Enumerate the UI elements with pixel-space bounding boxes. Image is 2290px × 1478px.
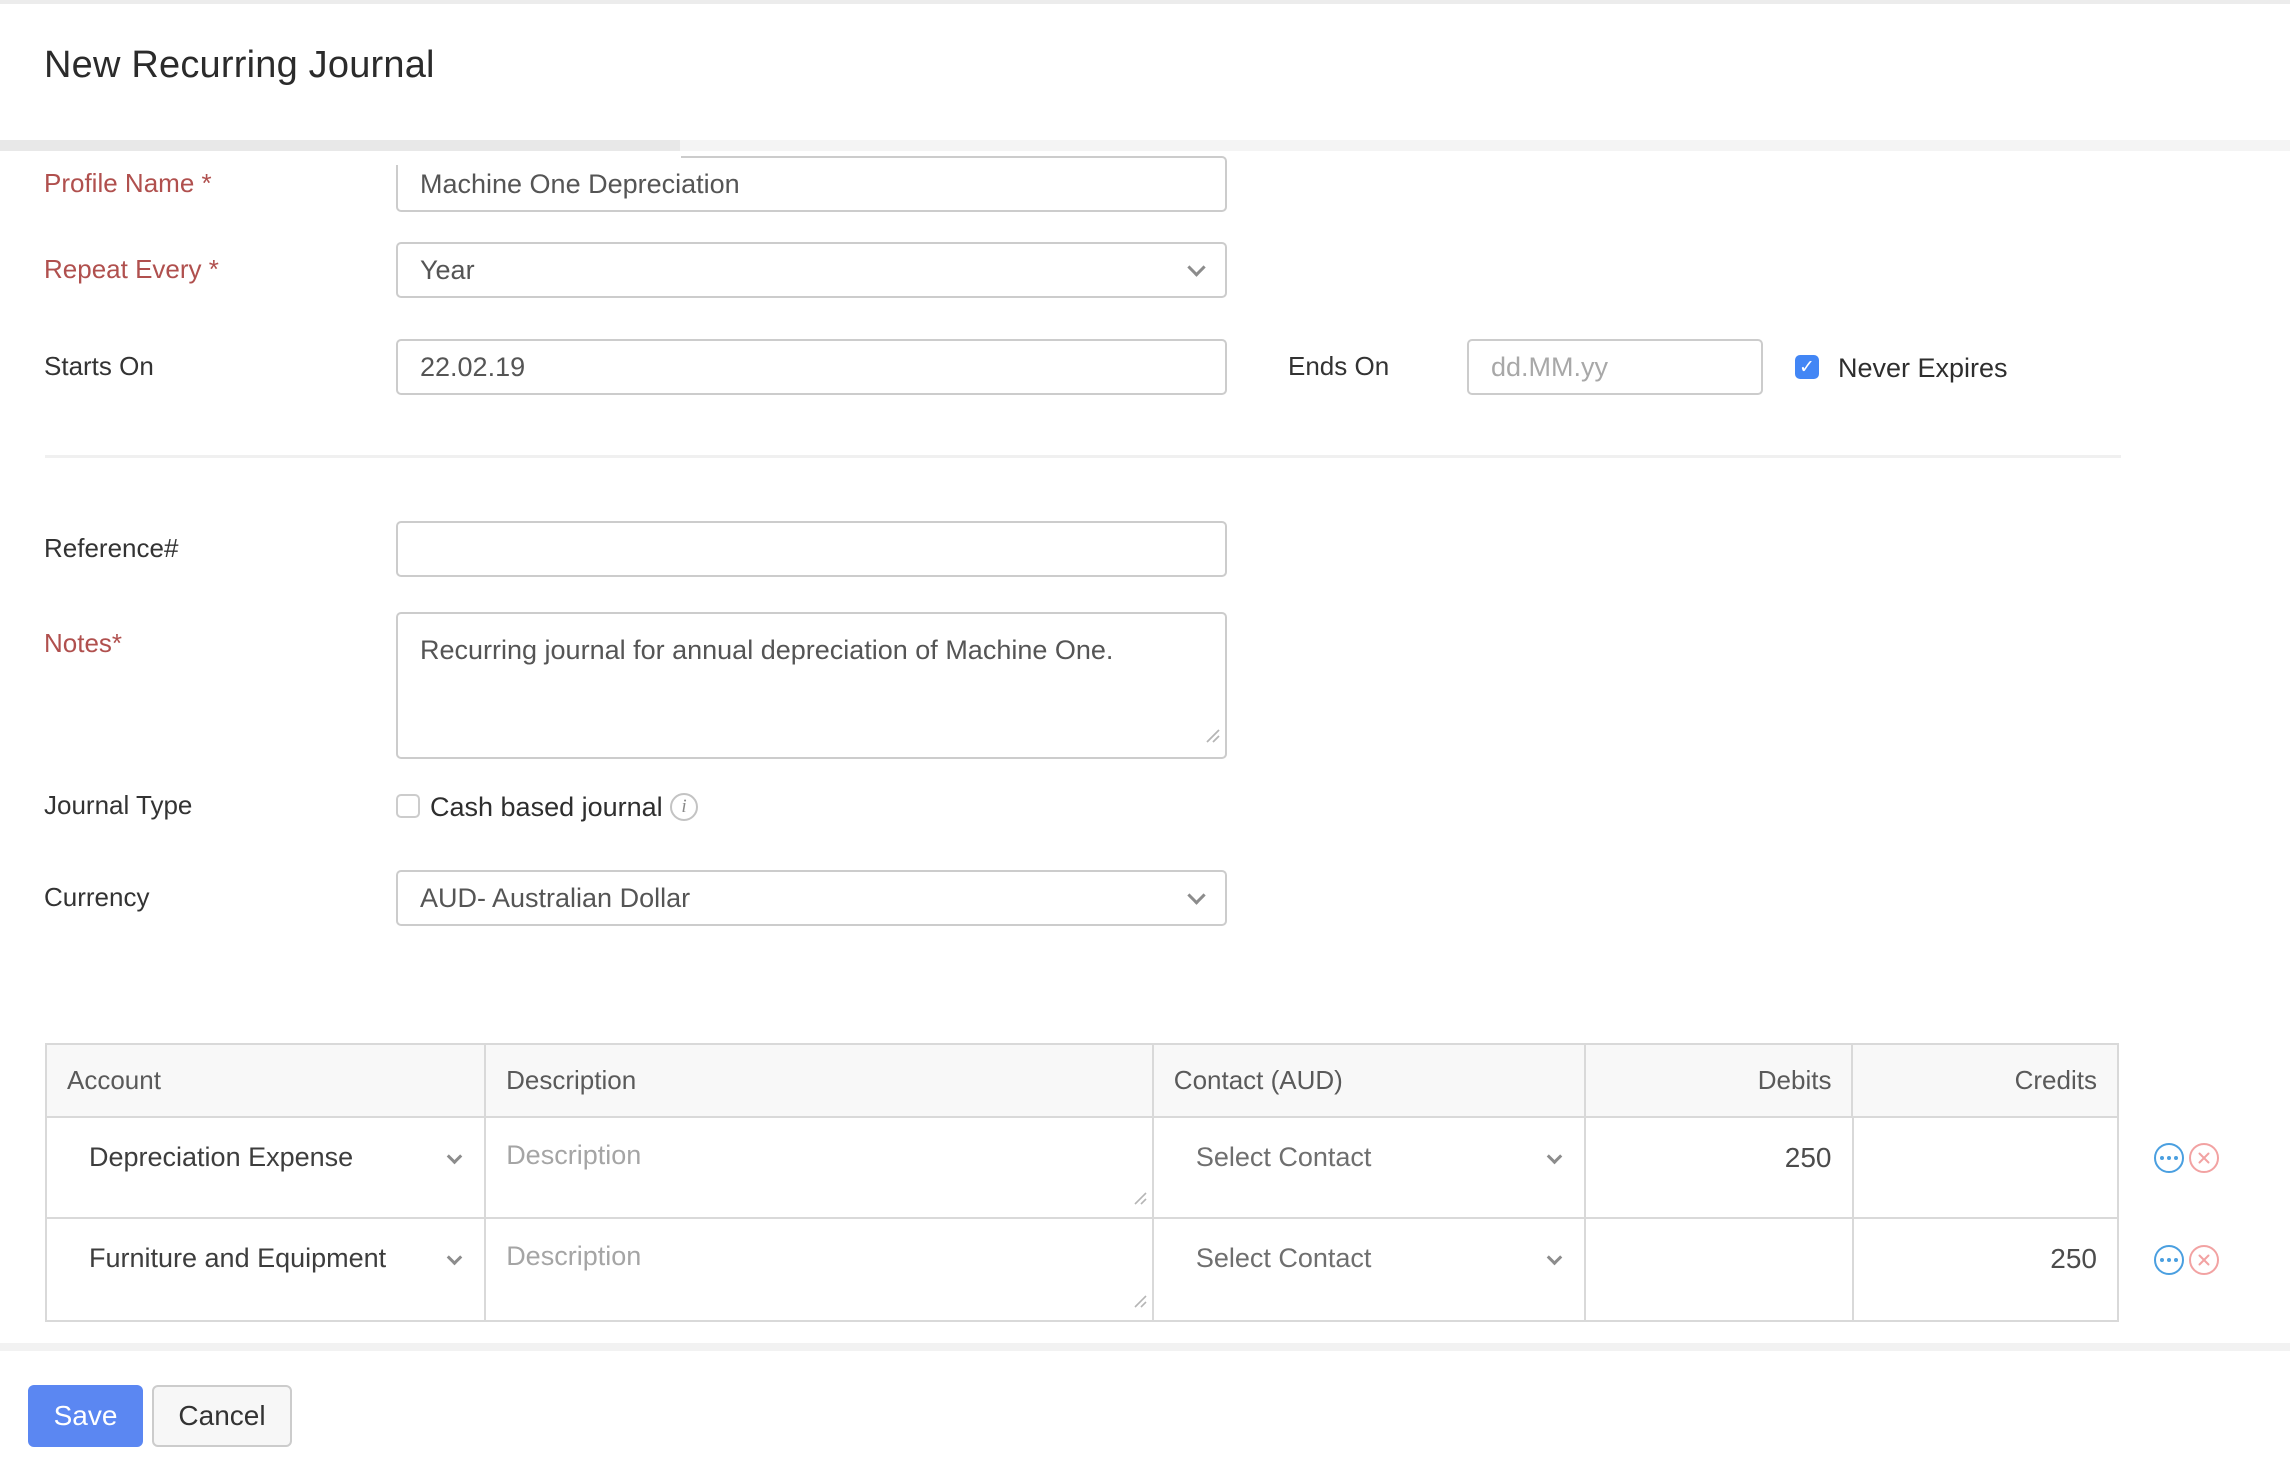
row-remove-icon[interactable] bbox=[2189, 1143, 2219, 1173]
top-strip bbox=[0, 0, 2290, 4]
header-divider bbox=[0, 140, 680, 151]
checkmark-icon: ✓ bbox=[1799, 355, 1815, 378]
cash-based-journal-checkbox[interactable] bbox=[396, 794, 420, 818]
ends-on-placeholder: dd.MM.yy bbox=[1491, 351, 1609, 382]
credits-input[interactable]: 250 bbox=[1854, 1219, 2118, 1320]
ends-on-label: Ends On bbox=[1288, 351, 1390, 381]
repeat-every-select[interactable]: Year bbox=[396, 242, 1227, 298]
notes-value: Recurring journal for annual depreciatio… bbox=[420, 635, 1114, 665]
account-select[interactable]: Furniture and Equipment bbox=[47, 1219, 487, 1320]
overlay-artifact bbox=[393, 152, 681, 165]
account-column-header: Account bbox=[47, 1045, 487, 1116]
debits-input[interactable]: 250 bbox=[1586, 1118, 1854, 1217]
chevron-down-icon bbox=[446, 1148, 463, 1165]
chevron-down-icon bbox=[446, 1249, 463, 1266]
reference-input[interactable] bbox=[396, 521, 1227, 577]
row-more-options-icon[interactable] bbox=[2154, 1143, 2184, 1173]
chevron-down-icon bbox=[1187, 885, 1206, 905]
new-recurring-journal-page: New Recurring Journal Profile Name * Mac… bbox=[0, 0, 2290, 1478]
never-expires-label: Never Expires bbox=[1838, 353, 2008, 383]
table-row: Furniture and Equipment Description Sele… bbox=[47, 1219, 2117, 1320]
info-icon[interactable]: i bbox=[670, 793, 698, 821]
credits-column-header: Credits bbox=[2014, 1065, 2097, 1095]
journal-type-label: Journal Type bbox=[44, 790, 193, 820]
resize-handle-icon[interactable] bbox=[1132, 1285, 1148, 1316]
row-more-options-icon[interactable] bbox=[2154, 1245, 2184, 1275]
table-row: Depreciation Expense Description Select … bbox=[47, 1118, 2117, 1219]
chevron-down-icon bbox=[1187, 257, 1206, 277]
account-select[interactable]: Depreciation Expense bbox=[47, 1118, 487, 1217]
chevron-down-icon bbox=[1546, 1249, 1563, 1266]
starts-on-value: 22.02.19 bbox=[420, 351, 526, 382]
repeat-every-label: Repeat Every * bbox=[44, 254, 219, 284]
repeat-every-value: Year bbox=[420, 254, 475, 285]
cancel-button[interactable]: Cancel bbox=[152, 1385, 292, 1447]
reference-label: Reference# bbox=[44, 533, 179, 563]
contact-select[interactable]: Select Contact bbox=[1154, 1118, 1586, 1217]
profile-name-label: Profile Name * bbox=[44, 168, 212, 198]
chevron-down-icon bbox=[1546, 1148, 1563, 1165]
currency-select[interactable]: AUD- Australian Dollar bbox=[396, 870, 1227, 926]
debits-input[interactable] bbox=[1586, 1219, 1854, 1320]
row-remove-icon[interactable] bbox=[2189, 1245, 2219, 1275]
resize-handle-icon[interactable] bbox=[1132, 1182, 1148, 1213]
table-header-row: Account Description Contact (AUD) Debits… bbox=[47, 1045, 2117, 1118]
currency-label: Currency bbox=[44, 882, 150, 912]
debits-column-header: Debits bbox=[1586, 1045, 1854, 1116]
resize-handle-icon[interactable] bbox=[1203, 717, 1221, 753]
contact-select[interactable]: Select Contact bbox=[1154, 1219, 1586, 1320]
notes-textarea[interactable]: Recurring journal for annual depreciatio… bbox=[396, 612, 1227, 759]
description-textarea[interactable]: Description bbox=[486, 1118, 1154, 1217]
header-divider-light bbox=[680, 140, 2290, 151]
starts-on-label: Starts On bbox=[44, 351, 154, 381]
never-expires-checkbox[interactable]: ✓ bbox=[1795, 355, 1819, 379]
credits-input[interactable] bbox=[1854, 1118, 2118, 1217]
page-title: New Recurring Journal bbox=[44, 44, 435, 86]
notes-label: Notes* bbox=[44, 628, 123, 658]
cash-based-journal-label: Cash based journal bbox=[430, 792, 663, 822]
section-divider bbox=[45, 455, 2121, 458]
starts-on-input[interactable]: 22.02.19 bbox=[396, 339, 1227, 395]
contact-column-header: Contact (AUD) bbox=[1154, 1045, 1586, 1116]
line-items-table: Account Description Contact (AUD) Debits… bbox=[45, 1043, 2119, 1322]
profile-name-value: Machine One Depreciation bbox=[420, 168, 740, 199]
description-column-header: Description bbox=[486, 1045, 1154, 1116]
ends-on-input[interactable]: dd.MM.yy bbox=[1467, 339, 1763, 395]
description-textarea[interactable]: Description bbox=[486, 1219, 1154, 1320]
currency-value: AUD- Australian Dollar bbox=[420, 882, 691, 913]
save-button[interactable]: Save bbox=[28, 1385, 143, 1447]
footer-divider bbox=[0, 1343, 2290, 1351]
